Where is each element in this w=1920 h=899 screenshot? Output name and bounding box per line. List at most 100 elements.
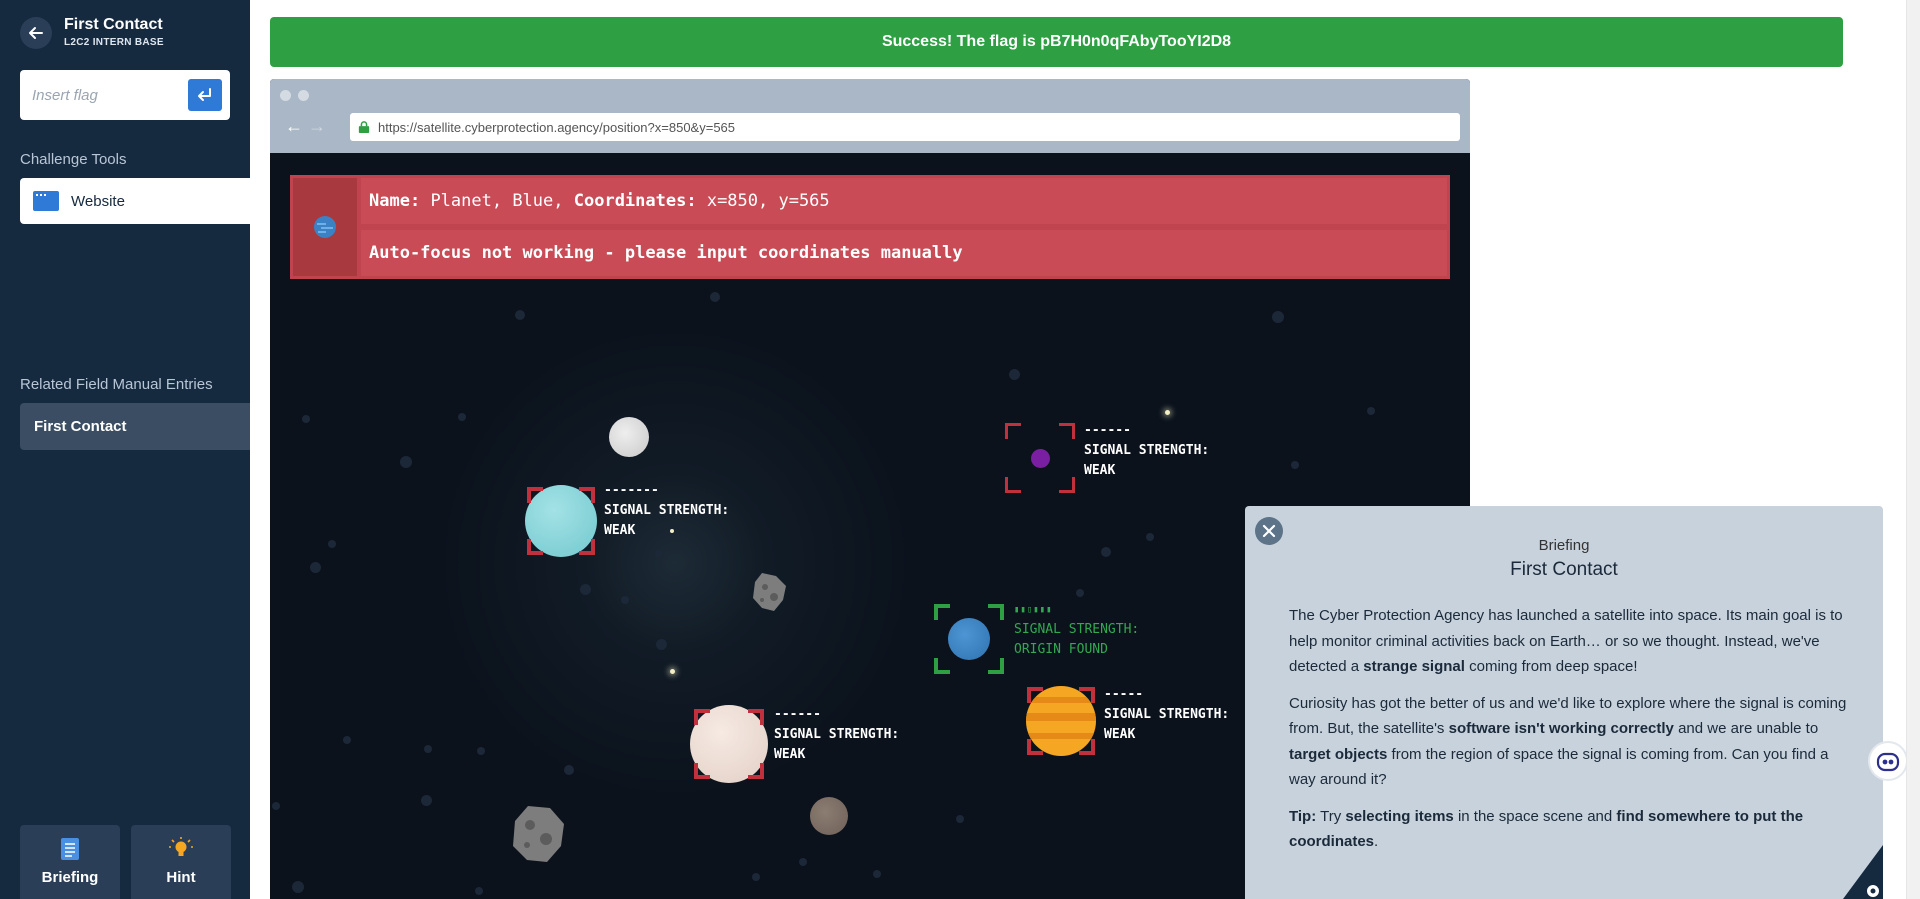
emphasis: Tip: bbox=[1289, 807, 1317, 825]
window-dot bbox=[298, 90, 309, 101]
grey-moon[interactable] bbox=[609, 417, 649, 457]
text: Try bbox=[1316, 807, 1346, 825]
target-bracket bbox=[748, 709, 764, 725]
target-info-panel: Name: Planet, Blue, Coordinates: x=850, … bbox=[290, 175, 1450, 279]
purple-planet bbox=[1031, 449, 1050, 468]
target-bracket bbox=[934, 658, 950, 674]
background-star bbox=[477, 747, 485, 755]
signal-readout: ----- SIGNAL STRENGTH: WEAK bbox=[1104, 685, 1229, 745]
lock-icon bbox=[358, 121, 370, 133]
background-star bbox=[272, 802, 280, 810]
url-bar[interactable]: https://satellite.cyberprotection.agency… bbox=[350, 113, 1460, 141]
blue-planet bbox=[948, 618, 990, 660]
name-value: Planet, Blue, bbox=[430, 191, 564, 211]
background-star bbox=[655, 550, 662, 557]
background-star bbox=[328, 540, 336, 548]
close-icon bbox=[1262, 524, 1276, 538]
emphasis: strange signal bbox=[1363, 658, 1465, 675]
target-bracket bbox=[1059, 423, 1075, 439]
background-star bbox=[956, 815, 964, 823]
url-text: https://satellite.cyberprotection.agency… bbox=[378, 119, 736, 135]
text: . bbox=[1374, 833, 1379, 850]
target-bracket bbox=[579, 487, 595, 503]
target-blue-planet[interactable] bbox=[934, 604, 1004, 674]
signal-readout: ------ SIGNAL STRENGTH: WEAK bbox=[1084, 421, 1209, 481]
target-cyan-planet[interactable] bbox=[525, 485, 597, 557]
lightbulb-icon bbox=[169, 837, 193, 856]
sidebar: First Contact L2C2 INTERN BASE Challenge… bbox=[0, 0, 250, 899]
hint-label: Hint bbox=[166, 869, 196, 886]
signal-label: SIGNAL STRENGTH: bbox=[774, 727, 900, 742]
name-label: Name: bbox=[369, 191, 421, 211]
briefing-title: First Contact bbox=[1510, 559, 1618, 580]
robot-icon bbox=[1876, 752, 1900, 772]
target-bracket bbox=[694, 763, 710, 779]
briefing-paragraph: Curiosity has got the better of us and w… bbox=[1289, 691, 1849, 793]
briefing-body: The Cyber Protection Agency has launched… bbox=[1289, 603, 1849, 866]
page-scrollbar[interactable] bbox=[1906, 0, 1920, 899]
background-star bbox=[710, 292, 720, 302]
assistant-bot-button[interactable] bbox=[1868, 741, 1908, 781]
background-star bbox=[302, 415, 310, 423]
signal-value: WEAK bbox=[774, 747, 806, 762]
back-button[interactable] bbox=[20, 17, 52, 49]
field-manual-heading: Related Field Manual Entries bbox=[20, 376, 213, 393]
background-star bbox=[515, 310, 525, 320]
target-bracket bbox=[579, 539, 595, 555]
blue-planet-icon bbox=[314, 216, 336, 238]
background-star bbox=[1291, 461, 1299, 469]
background-star bbox=[564, 765, 574, 775]
briefing-panel: Briefing First Contact The Cyber Protect… bbox=[1245, 506, 1883, 899]
challenge-title: First Contact bbox=[64, 16, 163, 33]
bright-star bbox=[1165, 410, 1170, 415]
signal-bars: ▮▮▯▮▮▮ bbox=[1014, 605, 1053, 615]
briefing-button[interactable]: Briefing bbox=[20, 825, 120, 899]
background-star bbox=[752, 873, 760, 881]
target-bracket bbox=[527, 539, 543, 555]
brown-moon[interactable] bbox=[810, 797, 848, 835]
target-bracket bbox=[1079, 739, 1095, 755]
background-star bbox=[621, 596, 629, 604]
flag-input[interactable] bbox=[32, 70, 182, 120]
target-name-row: Name: Planet, Blue, Coordinates: x=850, … bbox=[361, 178, 1447, 224]
window-dot bbox=[280, 90, 291, 101]
briefing-label: Briefing bbox=[41, 869, 99, 886]
signal-value: WEAK bbox=[1084, 463, 1116, 478]
challenge-subtitle: L2C2 INTERN BASE bbox=[64, 37, 164, 48]
browser-forward-icon[interactable]: → bbox=[308, 116, 326, 137]
settings-corner-icon[interactable] bbox=[1843, 845, 1883, 899]
asteroid-large[interactable] bbox=[510, 803, 568, 865]
signal-label: SIGNAL STRENGTH: bbox=[1014, 622, 1140, 637]
background-star bbox=[1101, 547, 1111, 557]
background-star bbox=[310, 562, 321, 573]
asteroid-small[interactable] bbox=[750, 571, 790, 613]
enter-icon bbox=[198, 88, 211, 101]
flag-submit-button[interactable] bbox=[188, 79, 222, 111]
target-orange-planet[interactable] bbox=[1025, 685, 1097, 757]
emphasis: software isn't working correctly bbox=[1448, 720, 1674, 737]
hint-button[interactable]: Hint bbox=[131, 825, 231, 899]
signal-label: SIGNAL STRENGTH: bbox=[1104, 707, 1230, 722]
target-bracket bbox=[988, 658, 1004, 674]
background-star bbox=[458, 413, 466, 421]
browser-back-icon[interactable]: ← bbox=[285, 116, 303, 137]
target-beige-planet[interactable] bbox=[690, 705, 768, 783]
text: coming from deep space! bbox=[1464, 658, 1638, 675]
background-star bbox=[421, 795, 432, 806]
arrow-left-icon bbox=[29, 27, 43, 39]
manual-item-first-contact[interactable]: First Contact bbox=[20, 403, 250, 450]
browser-chrome: ← → https://satellite.cyberprotection.ag… bbox=[270, 79, 1470, 153]
target-bracket bbox=[527, 487, 543, 503]
background-star bbox=[873, 870, 881, 878]
target-bracket bbox=[1027, 739, 1043, 755]
selected-object-thumb bbox=[293, 178, 357, 276]
tool-website[interactable]: Website bbox=[20, 178, 250, 224]
signal-readout: ▮▮▯▮▮▮ SIGNAL STRENGTH: ORIGIN FOUND bbox=[1014, 600, 1139, 660]
emphasis: selecting items bbox=[1345, 807, 1454, 825]
target-purple-planet[interactable] bbox=[1005, 423, 1075, 493]
target-bracket bbox=[1027, 687, 1043, 703]
target-bracket bbox=[1059, 477, 1075, 493]
background-star bbox=[424, 745, 432, 753]
document-icon bbox=[61, 838, 79, 860]
background-star bbox=[1076, 589, 1084, 597]
